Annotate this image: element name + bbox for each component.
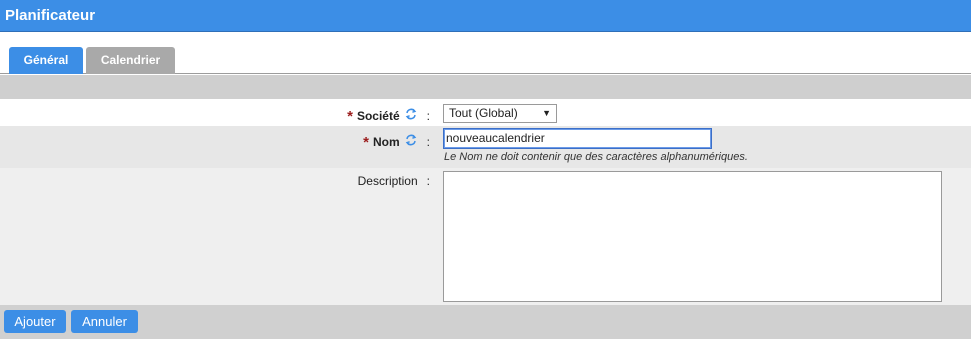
sync-icon[interactable] [404,107,418,121]
tab-general[interactable]: Général [9,47,83,74]
colon: : [426,135,430,149]
societe-label: Société [356,109,400,123]
tab-bar: Général Calendrier [0,32,971,74]
ajouter-button[interactable]: Ajouter [4,310,66,333]
description-textarea[interactable] [443,171,942,302]
sync-icon[interactable] [404,133,418,147]
form-row-nom: * Nom: nouveaucalendrier Le Nom ne doit c… [0,126,971,168]
form-row-societe: * Société: Tout (Global) ▼ [0,99,971,126]
tab-calendrier[interactable]: Calendrier [86,47,175,74]
nom-label: Nom [372,135,400,149]
section-header-band [0,75,971,99]
nom-help-text: Le Nom ne doit contenir que des caractèr… [444,151,748,163]
societe-label-cell: * Société: [0,107,430,125]
form-panel: * Société: Tout (Global) ▼ * Nom: nouveauc… [0,99,971,305]
required-marker: * [363,134,369,151]
form-row-description: Description: [0,168,971,305]
title-bar: Planificateur [0,0,971,32]
colon: : [426,109,430,123]
nom-label-cell: * Nom: [0,133,430,151]
chevron-down-icon: ▼ [542,108,551,118]
annuler-button[interactable]: Annuler [71,310,138,333]
description-label-cell: Description: [0,174,430,188]
societe-select[interactable]: Tout (Global) ▼ [443,104,557,123]
required-marker: * [347,108,353,125]
nom-input[interactable]: nouveaucalendrier [443,128,712,149]
colon: : [426,174,430,188]
page-title: Planificateur [5,7,96,24]
societe-select-value: Tout (Global) [449,106,518,120]
footer-bar: Ajouter Annuler [0,305,971,339]
description-label: Description [357,174,418,188]
